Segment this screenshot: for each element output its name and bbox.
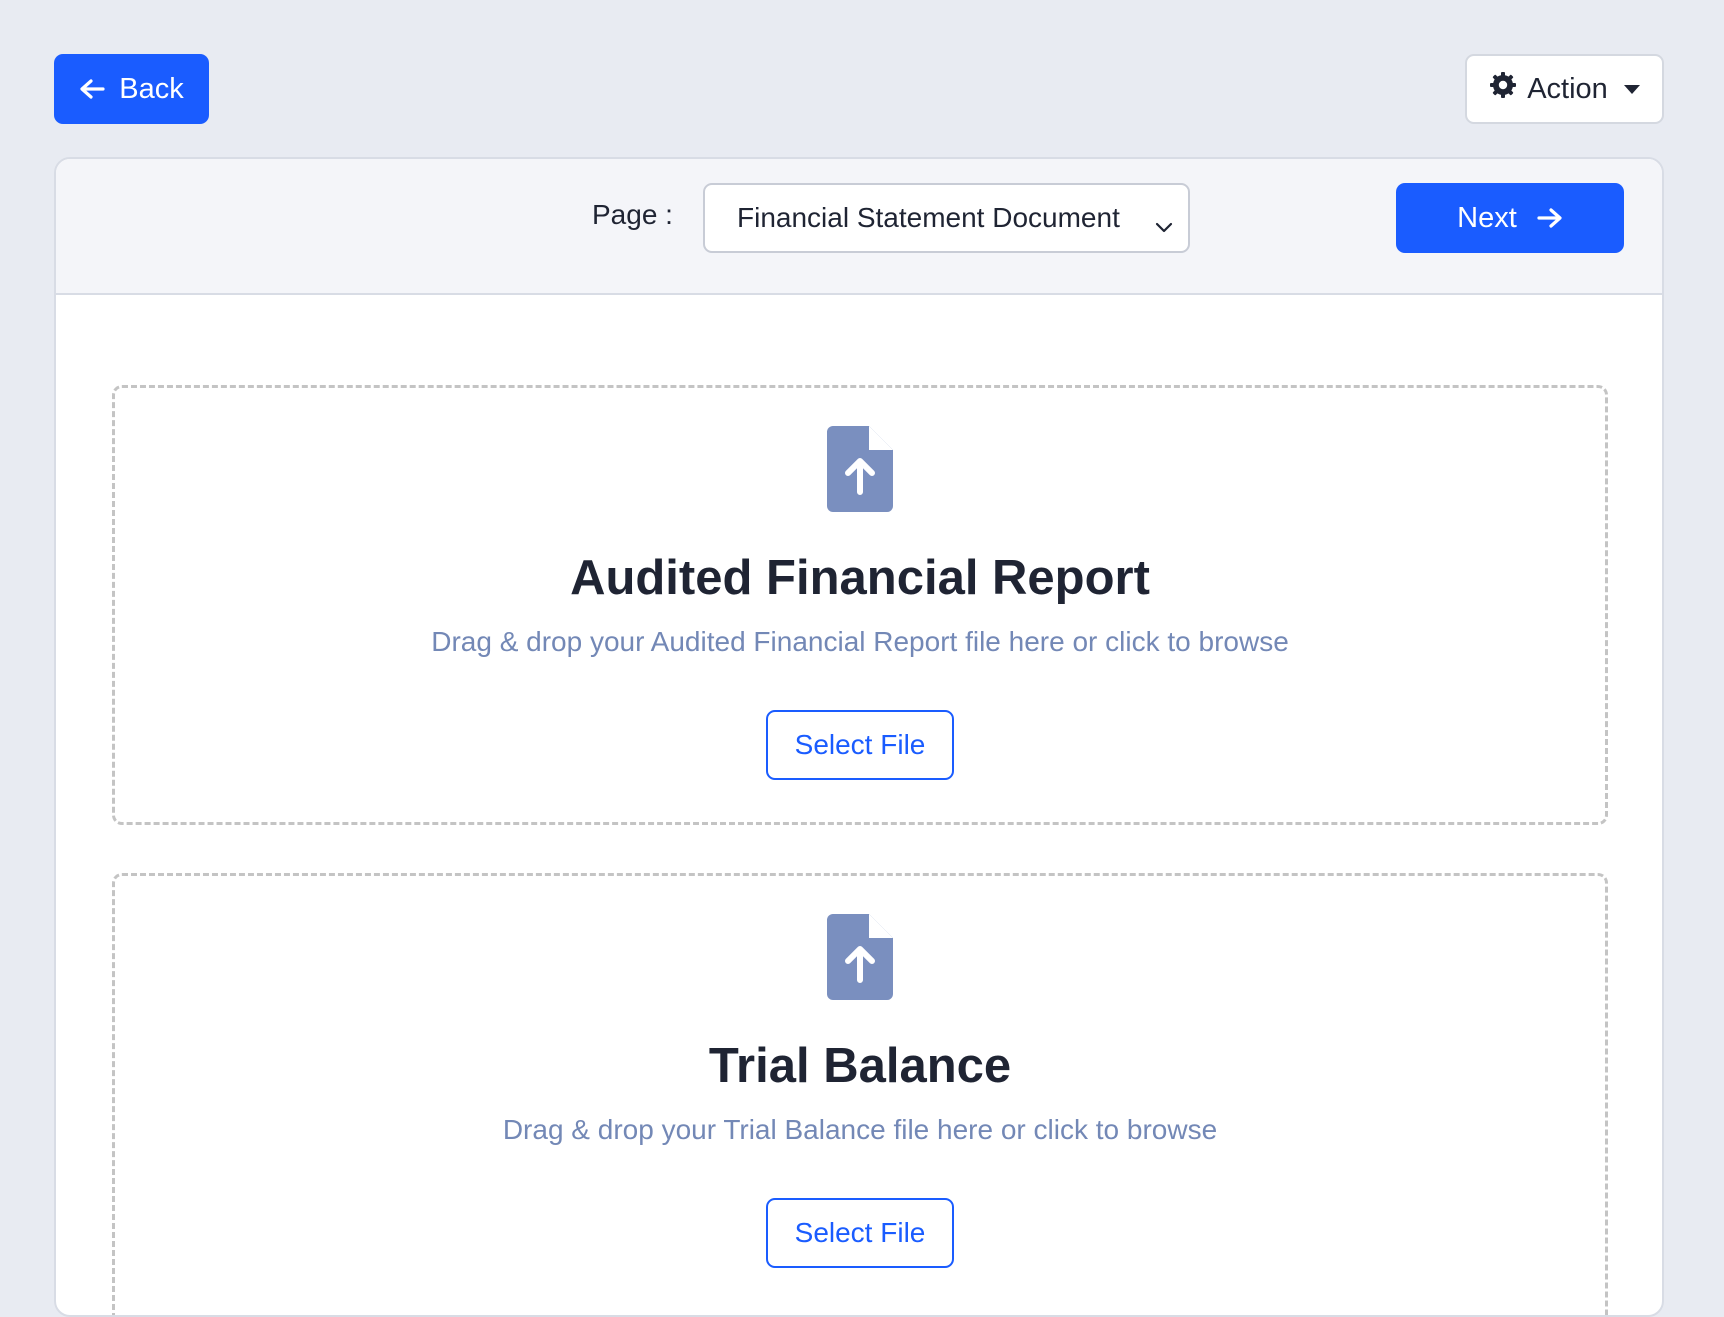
card-header: Page : Financial Statement Document Next: [56, 159, 1662, 295]
page-select-value: Financial Statement Document: [737, 202, 1120, 233]
dropzone-title: Audited Financial Report: [570, 551, 1150, 605]
action-dropdown-button[interactable]: Action: [1465, 54, 1664, 124]
select-file-button[interactable]: Select File: [766, 1198, 954, 1268]
arrow-left-icon: [79, 78, 105, 100]
page-label: Page :: [592, 199, 673, 230]
file-upload-icon: [827, 914, 893, 1000]
arrow-right-icon: [1537, 207, 1563, 229]
page-select[interactable]: Financial Statement Document: [703, 183, 1190, 253]
back-button[interactable]: Back: [54, 54, 209, 124]
back-button-label: Back: [119, 72, 184, 105]
dropzone-hint: Drag & drop your Trial Balance file here…: [502, 1114, 1218, 1145]
dropzone-audited-financial-report[interactable]: Audited Financial Report Drag & drop you…: [112, 385, 1608, 825]
dropzone-trial-balance[interactable]: Trial Balance Drag & drop your Trial Bal…: [112, 873, 1608, 1315]
dropzone-title: Trial Balance: [708, 1039, 1012, 1093]
caret-down-icon: [1623, 84, 1640, 94]
select-file-button[interactable]: Select File: [766, 710, 954, 780]
dropzone-hint: Drag & drop your Audited Financial Repor…: [431, 626, 1289, 657]
next-button-label: Next: [1457, 201, 1517, 234]
chevron-down-icon: [1154, 209, 1174, 241]
next-button[interactable]: Next: [1396, 183, 1624, 253]
action-button-label: Action: [1527, 72, 1608, 105]
file-upload-icon: [827, 426, 893, 512]
gear-icon: [1489, 71, 1517, 107]
upload-card: Page : Financial Statement Document Next: [54, 157, 1664, 1317]
